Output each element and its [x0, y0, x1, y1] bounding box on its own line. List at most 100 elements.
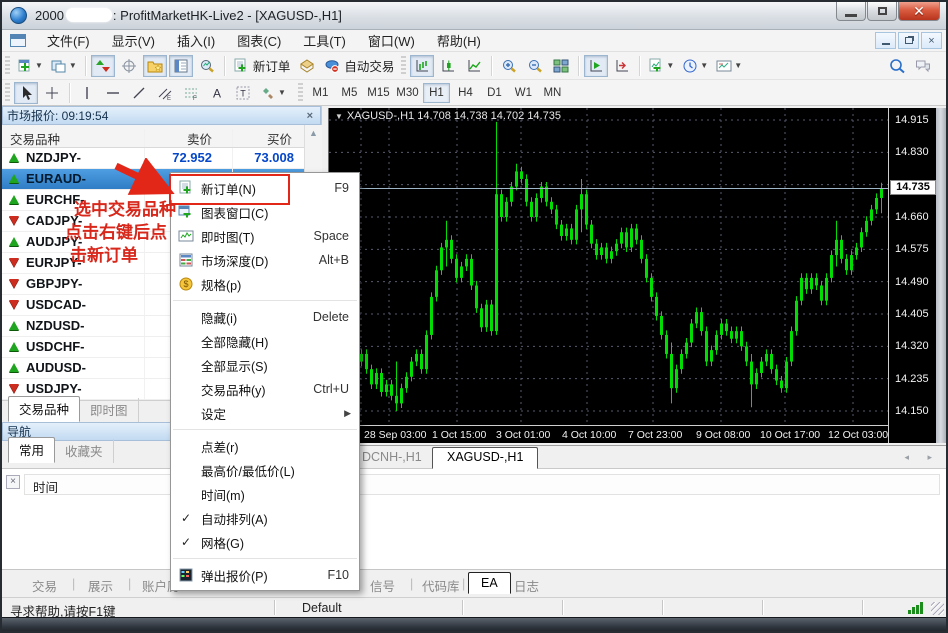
timeframe-h4-button[interactable]: H4	[452, 83, 479, 103]
terminal-tab-信号[interactable]: 信号	[370, 576, 395, 595]
chart-tab-xagusd[interactable]: XAGUSD-,H1	[432, 447, 538, 469]
menu-item[interactable]: 文件(F)	[36, 32, 101, 51]
resize-grip[interactable]	[931, 602, 944, 615]
context-menu-item-设定[interactable]: 设定▶	[171, 401, 359, 425]
profiles-button[interactable]: ▼	[48, 55, 80, 77]
price-axis[interactable]: 14.91514.83014.74514.66014.57514.49014.4…	[888, 108, 936, 443]
terminal-tab-ea[interactable]: EA	[468, 572, 511, 594]
child-close-button[interactable]: ×	[921, 32, 942, 49]
context-menu-item-即时图[interactable]: 即时图(T)Space	[171, 224, 359, 248]
timeframe-m5-button[interactable]: M5	[336, 83, 363, 103]
text-button[interactable]: A	[205, 82, 229, 104]
chart-tab-usdcnh[interactable]: DCNH-,H1	[362, 450, 422, 464]
window-close-button[interactable]: ✕	[898, 2, 940, 21]
context-menu-item-交易品种[interactable]: 交易品种(y)Ctrl+U	[171, 377, 359, 401]
data-window-button[interactable]	[117, 55, 141, 77]
horizontal-line-button[interactable]	[101, 82, 125, 104]
scroll-up-icon[interactable]: ▲	[305, 125, 322, 138]
periods-button[interactable]: ▼	[679, 55, 711, 77]
templates-button[interactable]: ▼	[713, 55, 745, 77]
chart-window-icon[interactable]	[10, 34, 26, 47]
terminal-column-time[interactable]: 时间	[24, 474, 940, 495]
window-minimize-button[interactable]	[836, 2, 866, 21]
timeframe-mn-button[interactable]: MN	[539, 83, 566, 103]
context-menu-item-全部隐藏[interactable]: 全部隐藏(H)	[171, 329, 359, 353]
menu-item[interactable]: 工具(T)	[292, 32, 357, 51]
window-restore-button[interactable]	[867, 2, 897, 21]
timeframe-m1-button[interactable]: M1	[307, 83, 334, 103]
timeframe-m30-button[interactable]: M30	[394, 83, 421, 103]
child-restore-button[interactable]	[898, 32, 919, 49]
context-menu-item-弹出报价[interactable]: 弹出报价(P)F10	[171, 563, 359, 587]
arrows-button[interactable]: ▼	[257, 82, 289, 104]
menu-item[interactable]: 显示(V)	[101, 32, 166, 51]
menu-item[interactable]: 图表(C)	[226, 32, 292, 51]
child-minimize-button[interactable]	[875, 32, 896, 49]
navigator-tab-收藏夹[interactable]: 收藏夹	[55, 439, 114, 463]
context-menu-item-网格[interactable]: ✓网格(G)	[171, 530, 359, 554]
strategy-tester-button[interactable]	[195, 55, 219, 77]
new-order-button[interactable]: 新订单	[230, 55, 294, 77]
dropdown-arrow-icon[interactable]: ▼	[69, 61, 77, 70]
status-profile[interactable]: Default	[302, 601, 342, 615]
dropdown-arrow-icon[interactable]: ▼	[666, 61, 674, 70]
menu-item[interactable]: 窗口(W)	[357, 32, 426, 51]
equidistant-channel-button[interactable]: E	[153, 82, 177, 104]
tab-scroll-arrows-icon[interactable]: ◂ ▸	[904, 452, 940, 463]
dropdown-arrow-icon[interactable]: ▼	[734, 61, 742, 70]
context-menu-item-隐藏[interactable]: 隐藏(i)Delete	[171, 305, 359, 329]
search-button[interactable]	[885, 55, 909, 77]
zoom-out-button[interactable]	[523, 55, 547, 77]
candle-chart-button[interactable]	[436, 55, 460, 77]
close-icon[interactable]: ×	[304, 110, 316, 122]
bar-chart-button[interactable]	[410, 55, 434, 77]
fibonacci-button[interactable]: F	[179, 82, 203, 104]
timeframe-w1-button[interactable]: W1	[510, 83, 537, 103]
market-watch-column-headers[interactable]: 交易品种 卖价 买价	[2, 125, 304, 148]
timeframe-h1-button[interactable]: H1	[423, 83, 450, 103]
time-axis[interactable]: 201828 Sep 03:001 Oct 15:003 Oct 01:004 …	[328, 425, 888, 443]
line-chart-button[interactable]	[462, 55, 486, 77]
timeframe-m15-button[interactable]: M15	[365, 83, 392, 103]
autotrading-button[interactable]: 自动交易	[321, 55, 397, 77]
market-watch-tab-即时图[interactable]: 即时图	[80, 398, 139, 422]
vertical-line-button[interactable]	[75, 82, 99, 104]
chart-plot-area[interactable]: ▼XAGUSD-,H1 14.708 14.738 14.702 14.735	[328, 108, 888, 425]
metaeditor-button[interactable]	[295, 55, 319, 77]
market-watch-button[interactable]	[91, 55, 115, 77]
toolbar-grip[interactable]	[401, 56, 406, 76]
new-chart-button[interactable]: ▼	[14, 55, 46, 77]
context-menu-item-最高价/最低价[interactable]: 最高价/最低价(L)	[171, 458, 359, 482]
menu-item[interactable]: 插入(I)	[166, 32, 226, 51]
chart-shift-button[interactable]	[610, 55, 634, 77]
context-menu-item-规格[interactable]: $规格(p)	[171, 272, 359, 296]
auto-scroll-button[interactable]	[584, 55, 608, 77]
dropdown-arrow-icon[interactable]: ▼	[278, 88, 286, 97]
terminal-tab-日志[interactable]: 日志	[514, 576, 539, 595]
terminal-tab-交易[interactable]: 交易	[32, 576, 57, 595]
timeframe-d1-button[interactable]: D1	[481, 83, 508, 103]
zoom-in-button[interactable]	[497, 55, 521, 77]
navigator-button[interactable]	[143, 55, 167, 77]
context-menu-item-自动排列[interactable]: ✓自动排列(A)	[171, 506, 359, 530]
context-menu-item-时间[interactable]: 时间(m)	[171, 482, 359, 506]
context-menu-item-全部显示[interactable]: 全部显示(S)	[171, 353, 359, 377]
terminal-tab-展示[interactable]: 展示	[88, 576, 113, 595]
text-label-button[interactable]: T	[231, 82, 255, 104]
title-bar[interactable]: 2000: ProfitMarketHK-Live2 - [XAGUSD-,H1…	[2, 2, 946, 30]
trendline-button[interactable]	[127, 82, 151, 104]
toolbar-grip[interactable]	[298, 83, 303, 103]
tile-windows-button[interactable]	[549, 55, 573, 77]
toolbar-grip[interactable]	[5, 83, 10, 103]
navigator-tab-常用[interactable]: 常用	[8, 437, 55, 463]
terminal-button[interactable]	[169, 55, 193, 77]
cursor-button[interactable]	[14, 82, 38, 104]
context-menu-item-点差[interactable]: 点差(r)	[171, 434, 359, 458]
market-watch-tab-交易品种[interactable]: 交易品种	[8, 396, 80, 422]
menu-item[interactable]: 帮助(H)	[426, 32, 492, 51]
dropdown-arrow-icon[interactable]: ▼	[35, 61, 43, 70]
terminal-close-button[interactable]: ×	[6, 475, 20, 489]
indicators-button[interactable]: ▼	[645, 55, 677, 77]
crosshair-button[interactable]	[40, 82, 64, 104]
toolbar-grip[interactable]	[5, 56, 10, 76]
